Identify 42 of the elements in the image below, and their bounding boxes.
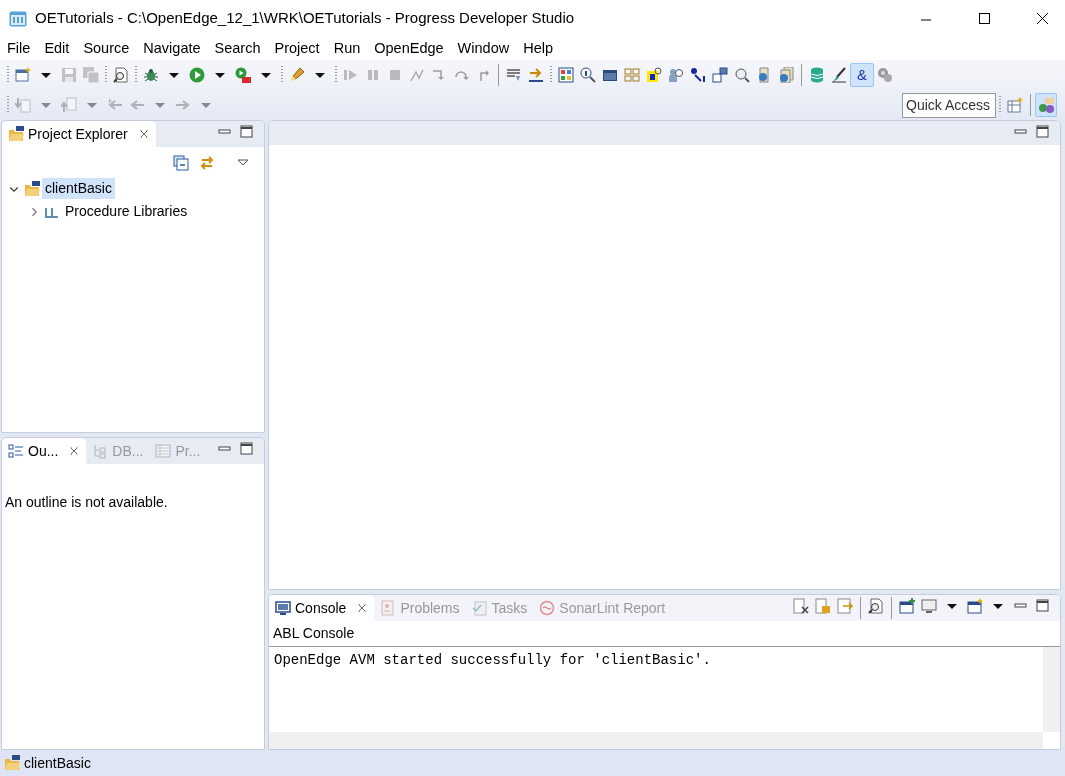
app-logo-icon	[9, 9, 27, 28]
horizontal-scrollbar[interactable]	[269, 732, 1043, 749]
status-text: clientBasic	[24, 753, 91, 773]
menu-item[interactable]: File	[0, 37, 38, 60]
vertical-scrollbar[interactable]	[1043, 647, 1060, 732]
menu-item[interactable]: Help	[516, 37, 560, 60]
close-icon[interactable]	[356, 602, 369, 614]
menu-item[interactable]: Search	[207, 37, 268, 60]
tree-icon	[92, 443, 109, 459]
pin-document-icon[interactable]	[834, 595, 856, 617]
menu-item[interactable]: Source	[76, 37, 137, 60]
monitor-icon	[275, 600, 291, 616]
tree-item[interactable]: Procedure Libraries	[62, 201, 191, 222]
project-folder-icon	[8, 126, 24, 142]
view-tab[interactable]: Project Explorer	[2, 121, 156, 147]
view-tab[interactable]: Console	[269, 595, 375, 621]
console-output-line: OpenEdge AVM started successfully for 'clientBasic'.	[274, 651, 712, 670]
menu-item[interactable]: Edit	[37, 37, 77, 60]
outline-message: An outline is not available.	[4, 493, 169, 512]
toolbar-button[interactable]: &	[850, 63, 874, 87]
menu-item[interactable]: OpenEdge	[367, 37, 451, 60]
menu-item[interactable]: Window	[450, 37, 517, 60]
close-icon[interactable]	[68, 445, 81, 457]
checklist-icon	[471, 600, 488, 616]
window-title: OETutorials - C:\OpenEdge_12_1\WRK\OETutorials - Progress Developer Studio	[35, 8, 576, 29]
table-icon	[155, 443, 172, 459]
clear-document-icon[interactable]	[790, 595, 812, 617]
clipboard-icon	[380, 600, 397, 616]
close-icon[interactable]	[137, 128, 150, 140]
tree-item[interactable]: clientBasic	[42, 178, 115, 199]
outline-icon	[8, 443, 24, 459]
new-window-icon[interactable]	[896, 595, 918, 617]
menu-item[interactable]: Navigate	[136, 37, 208, 60]
project-folder-icon	[4, 755, 20, 771]
quick-access-field[interactable]: Quick Access	[902, 92, 996, 118]
flask-badge-icon[interactable]	[1035, 93, 1057, 117]
menu-item[interactable]: Run	[326, 37, 368, 60]
menu-item[interactable]: Project	[267, 37, 327, 60]
view-tab[interactable]: Ou...	[2, 438, 87, 464]
stop-sign-icon	[539, 600, 556, 616]
console-name: ABL Console	[269, 621, 1060, 647]
project-folder-icon	[24, 180, 40, 197]
